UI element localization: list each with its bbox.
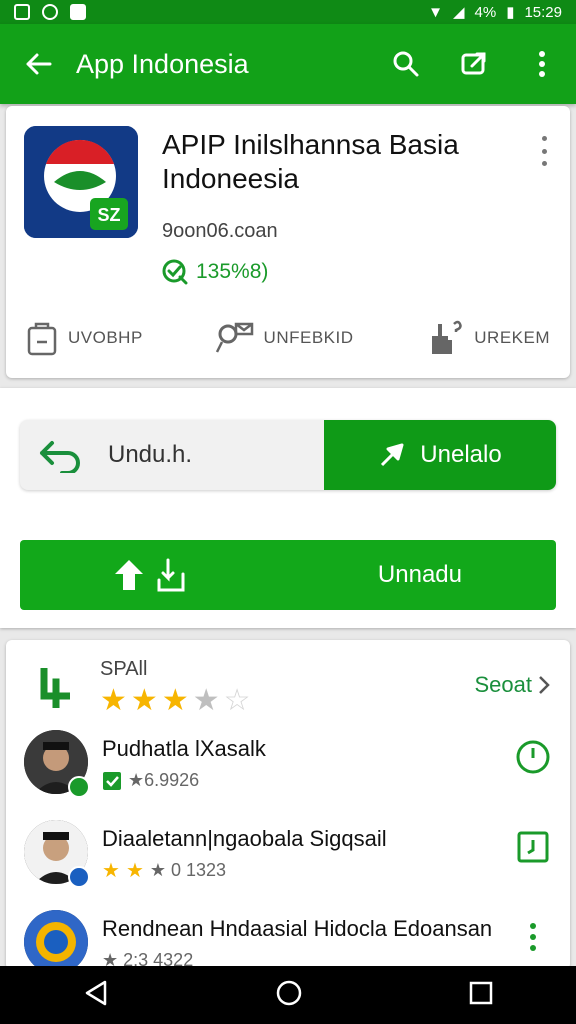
action-card: Undu.h. Unelalo Unnadu [0,388,576,628]
app-developer[interactable]: 9oon06.coan [162,220,278,243]
nav-recents-button[interactable] [469,981,493,1010]
status-bar: ▼ ◢ 4% ▮ 15:29 [0,0,576,24]
bag-icon [27,322,57,356]
battery-icon: ▮ [506,4,515,21]
svg-text:SZ: SZ [97,205,120,225]
verified-badge [68,866,90,888]
app-card-menu-button[interactable] [536,136,552,166]
list-item-title: Rendnean Hndaasial Hidocla Edoansan [102,916,493,941]
touch-download-icon [157,558,185,592]
clock-icon [516,740,550,774]
signal-icon: ◢ [452,4,465,21]
app-header-card: SZ APIP Inilslhannsa Basia Indoneesia 9o… [6,106,570,378]
info-item-size[interactable]: UVOBHP [26,320,143,356]
info-item-reviews[interactable]: UREKEM [424,318,550,358]
overflow-menu-button[interactable] [508,24,576,104]
download-label: Unnadu [377,561,462,588]
list-item[interactable]: Pudhatla lXasalk ★6.9926 [6,730,570,810]
toolbar: App Indonesia [0,24,576,104]
app-logo: SZ [24,126,138,238]
see-all-link[interactable]: Seoat [475,672,551,698]
info-item-label: UVOBHP [68,328,143,347]
list-item-action-button[interactable] [514,738,552,776]
nav-home-button[interactable] [275,979,303,1012]
see-all-label: Seoat [474,672,533,697]
mail-icon [215,322,253,353]
open-button[interactable]: Unelalo [324,420,556,490]
circle-home-icon [276,980,302,1005]
check-box-icon [103,771,121,790]
list-item-meta-text: ★ 0 1323 [149,860,227,880]
system-nav-bar [0,966,576,1024]
hand-icon [432,320,463,354]
search-icon [393,51,419,77]
app-info-row: UVOBHP UNFEBKID UREKEM [6,314,570,362]
more-vert-icon [539,51,545,77]
download-button[interactable]: Unnadu [20,540,556,610]
more-vert-icon [530,923,536,951]
list-item-more-button[interactable] [514,918,552,956]
list-item-meta: ★6.9926 [102,770,199,791]
section-title: SPAll [100,658,148,680]
toolbar-title: App Indonesia [76,48,249,79]
square-recents-icon [469,981,493,1004]
wifi-icon: ▼ [428,3,443,21]
clock-time: 15:29 [524,3,562,21]
list-item-meta-text: ★6.9926 [128,770,200,790]
rating-check-icon [162,259,188,285]
star-icon: ★ [130,684,158,717]
info-item-label: UNFEBKID [263,328,354,347]
sync-icon [42,4,58,20]
list-item[interactable]: Diaaletann|ngaobala Sigqsail ★ ★ ★ 0 132… [6,820,570,900]
triangle-back-icon [85,980,107,1005]
info-item-label: UREKEM [474,328,550,347]
avatar [24,910,88,974]
list-item-title: Pudhatla lXasalk [102,736,266,761]
verified-badge [68,776,90,798]
app-title: APIP Inilslhannsa Basia Indoneesia [162,129,459,194]
chevron-right-icon [539,676,550,694]
share-icon [461,52,486,75]
star-icon: ★ [102,859,120,882]
share-button[interactable] [440,24,508,104]
app-rating: 135%8) [162,259,268,285]
star-icon: ★ [192,684,220,717]
star-icon: ★ [125,859,144,882]
back-button[interactable] [0,24,76,104]
star-icon: ★ [100,684,127,717]
info-item-messages[interactable]: UNFEBKID [214,320,354,356]
send-arrow-icon [381,443,404,467]
uninstall-button[interactable]: Undu.h. [20,420,324,490]
star-outline-icon: ☆ [223,684,251,717]
related-section-card: SPAll ★ ★ ★ ★ ☆ Seoat Pudhatla lXasalk ★… [6,640,570,974]
search-button[interactable] [372,24,440,104]
gallery-icon [14,4,30,20]
upload-arrow-icon [115,560,143,590]
battery-text: 4% [474,3,497,21]
rating-stars: ★ ★ ★ ★ ☆ [100,686,251,716]
uninstall-label: Undu.h. [108,441,193,468]
calendar-icon [517,831,549,863]
star-icon: ★ [161,684,189,717]
list-item-title: Diaaletann|ngaobala Sigqsail [102,826,387,851]
rating-text: 135%8) [196,260,269,283]
list-item-meta: ★ ★ ★ 0 1323 [102,860,226,881]
nav-back-button[interactable] [83,979,109,1012]
open-label: Unelalo [420,441,502,468]
split-action-button: Undu.h. Unelalo [20,420,556,490]
notification-icon [70,4,86,20]
arrow-left-icon [26,53,52,75]
section-plus-icon [34,666,72,713]
list-item-action-button[interactable] [514,828,552,866]
undo-arrow-icon [40,441,80,473]
